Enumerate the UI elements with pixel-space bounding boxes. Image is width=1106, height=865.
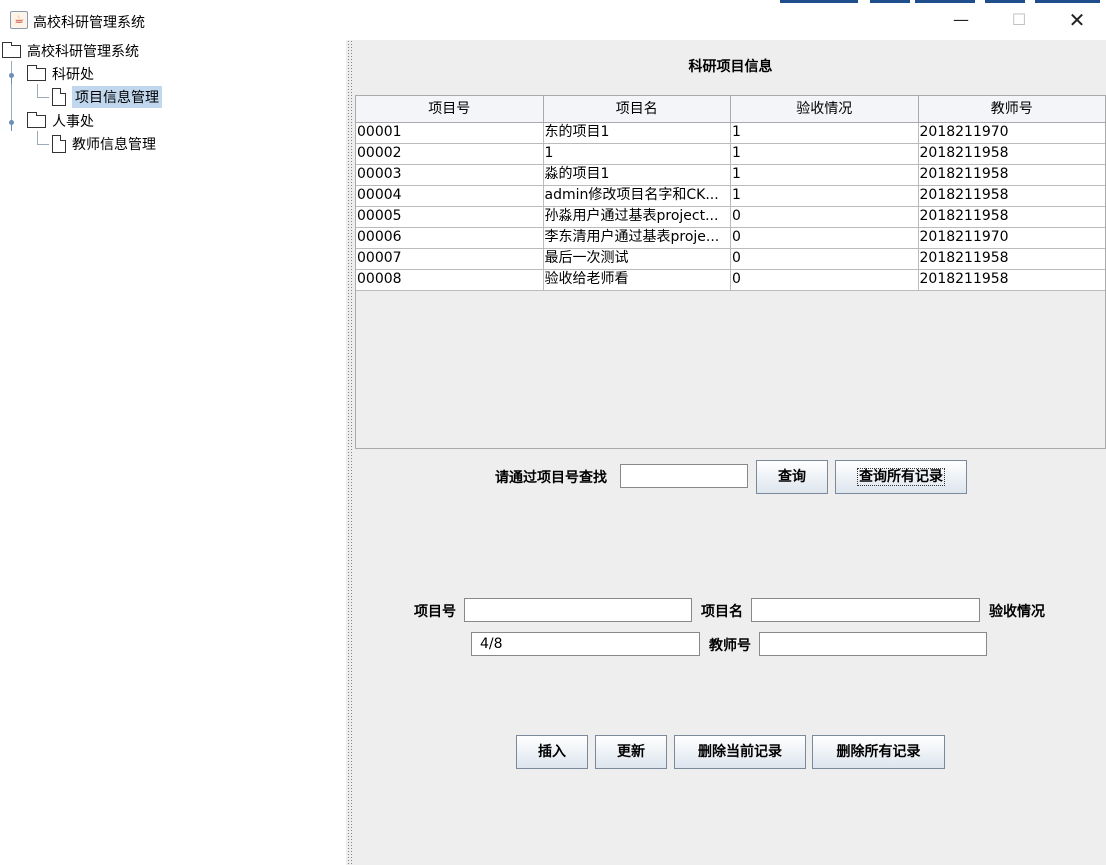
table-cell[interactable]: admin修改项目名字和CK... <box>544 186 731 206</box>
tree-node-label: 科研处 <box>52 67 94 83</box>
tree-node-hr[interactable]: 人事处 <box>27 110 94 132</box>
column-header[interactable]: 项目名 <box>544 96 731 122</box>
query-button[interactable]: 查询 <box>756 460 828 494</box>
split-pane-divider[interactable] <box>346 40 353 865</box>
table-row[interactable]: 00008 验收给老师看 0 2018211958 <box>356 270 1105 291</box>
table-body: 00001 东的项目1 1 2018211970 00002 1 1 2018211958 00… <box>356 123 1105 291</box>
table-cell[interactable]: 00006 <box>356 228 544 248</box>
table-cell[interactable]: 最后一次测试 <box>544 249 731 269</box>
table-cell[interactable]: 0 <box>731 249 919 269</box>
table-cell[interactable]: 00003 <box>356 165 544 185</box>
table-row[interactable]: 00003 淼的项目1 1 2018211958 <box>356 165 1105 186</box>
table-cell[interactable]: 孙淼用户通过基表project... <box>544 207 731 227</box>
tree-line <box>37 84 38 98</box>
java-app-icon: ☕ <box>10 11 28 29</box>
tree-root-label: 高校科研管理系统 <box>27 44 139 60</box>
tree-line <box>37 144 49 145</box>
table-cell[interactable]: 1 <box>731 186 919 206</box>
table-cell[interactable]: 2018211958 <box>919 144 1106 164</box>
document-icon <box>52 88 66 106</box>
tree-node-label: 人事处 <box>52 114 94 130</box>
table-cell[interactable]: 李东清用户通过基表proje... <box>544 228 731 248</box>
project-name-label: 项目名 <box>701 604 743 620</box>
table-cell[interactable]: 东的项目1 <box>544 123 731 143</box>
tree-node-research[interactable]: 科研处 <box>27 63 94 85</box>
query-all-label: 查询所有记录 <box>857 468 945 486</box>
update-button[interactable]: 更新 <box>595 735 667 769</box>
table-cell[interactable]: 0 <box>731 270 919 290</box>
folder-open-icon <box>2 41 21 58</box>
table-cell[interactable]: 2018211970 <box>919 228 1106 248</box>
project-name-field[interactable] <box>751 598 980 622</box>
query-all-button[interactable]: 查询所有记录 <box>835 460 967 494</box>
folder-open-icon <box>27 111 46 128</box>
table-row[interactable]: 00002 1 1 2018211958 <box>356 144 1105 165</box>
taskbar-strip <box>870 0 910 3</box>
table-cell[interactable]: 1 <box>544 144 731 164</box>
search-label: 请通过项目号查找 <box>495 470 607 486</box>
window-title: 高校科研管理系统 <box>33 15 145 31</box>
table-cell[interactable]: 00007 <box>356 249 544 269</box>
table-cell[interactable]: 0 <box>731 207 919 227</box>
acceptance-status-field[interactable] <box>471 632 700 656</box>
table-row[interactable]: 00004 admin修改项目名字和CK... 1 2018211958 <box>356 186 1105 207</box>
teacher-id-field[interactable] <box>759 632 987 656</box>
tree-expand-handle[interactable] <box>7 71 16 84</box>
tree-leaf-teacher-info[interactable]: 教师信息管理 <box>52 133 156 155</box>
table-cell[interactable]: 2018211958 <box>919 186 1106 206</box>
tree-leaf-label: 教师信息管理 <box>72 137 156 153</box>
column-header[interactable]: 教师号 <box>919 96 1106 122</box>
table-cell[interactable]: 00001 <box>356 123 544 143</box>
minimize-button[interactable]: — <box>932 0 990 40</box>
maximize-button[interactable]: ☐ <box>990 0 1048 40</box>
table-cell[interactable]: 2018211958 <box>919 165 1106 185</box>
table-cell[interactable]: 淼的项目1 <box>544 165 731 185</box>
table-row[interactable]: 00005 孙淼用户通过基表project... 0 2018211958 <box>356 207 1105 228</box>
table-header: 项目号 项目名 验收情况 教师号 <box>356 96 1105 123</box>
close-button[interactable]: ✕ <box>1048 0 1106 40</box>
tree-expand-handle[interactable] <box>7 118 16 131</box>
table-cell[interactable]: 00008 <box>356 270 544 290</box>
document-icon <box>52 135 66 153</box>
panel-title: 科研项目信息 <box>688 59 773 75</box>
table-cell[interactable]: 2018211958 <box>919 207 1106 227</box>
table-cell[interactable]: 00005 <box>356 207 544 227</box>
insert-button[interactable]: 插入 <box>516 735 588 769</box>
table-cell[interactable]: 2018211970 <box>919 123 1106 143</box>
tree-leaf-label: 项目信息管理 <box>72 86 162 108</box>
table-row[interactable]: 00006 李东清用户通过基表proje... 0 2018211970 <box>356 228 1105 249</box>
folder-open-icon <box>27 64 46 81</box>
delete-all-button[interactable]: 删除所有记录 <box>812 735 945 769</box>
table-cell[interactable]: 00002 <box>356 144 544 164</box>
project-id-field[interactable] <box>464 598 692 622</box>
table-cell[interactable]: 0 <box>731 228 919 248</box>
column-header[interactable]: 项目号 <box>356 96 544 122</box>
tree-line <box>37 131 38 145</box>
search-input[interactable] <box>620 464 748 488</box>
table-cell[interactable]: 1 <box>731 144 919 164</box>
navigation-tree: 高校科研管理系统 科研处 项目信息管理 人事处 教师信息管理 <box>0 40 346 865</box>
column-header[interactable]: 验收情况 <box>731 96 919 122</box>
title-bar: ☕ 高校科研管理系统 — ☐ ✕ <box>0 0 1106 40</box>
table-cell[interactable]: 1 <box>731 165 919 185</box>
tree-root[interactable]: 高校科研管理系统 <box>2 40 139 62</box>
table-row[interactable]: 00001 东的项目1 1 2018211970 <box>356 123 1105 144</box>
tree-leaf-project-info[interactable]: 项目信息管理 <box>52 86 162 108</box>
table-cell[interactable]: 1 <box>731 123 919 143</box>
taskbar-strip <box>780 0 858 3</box>
table-cell[interactable]: 验收给老师看 <box>544 270 731 290</box>
project-id-label: 项目号 <box>414 604 456 620</box>
acceptance-status-label: 验收情况 <box>989 604 1045 620</box>
tree-line <box>37 97 49 98</box>
teacher-id-label: 教师号 <box>709 638 751 654</box>
project-table[interactable]: 项目号 项目名 验收情况 教师号 00001 东的项目1 1 2018211970 00… <box>355 95 1106 449</box>
table-row[interactable]: 00007 最后一次测试 0 2018211958 <box>356 249 1105 270</box>
delete-current-button[interactable]: 删除当前记录 <box>674 735 806 769</box>
table-cell[interactable]: 2018211958 <box>919 270 1106 290</box>
table-cell[interactable]: 2018211958 <box>919 249 1106 269</box>
table-cell[interactable]: 00004 <box>356 186 544 206</box>
